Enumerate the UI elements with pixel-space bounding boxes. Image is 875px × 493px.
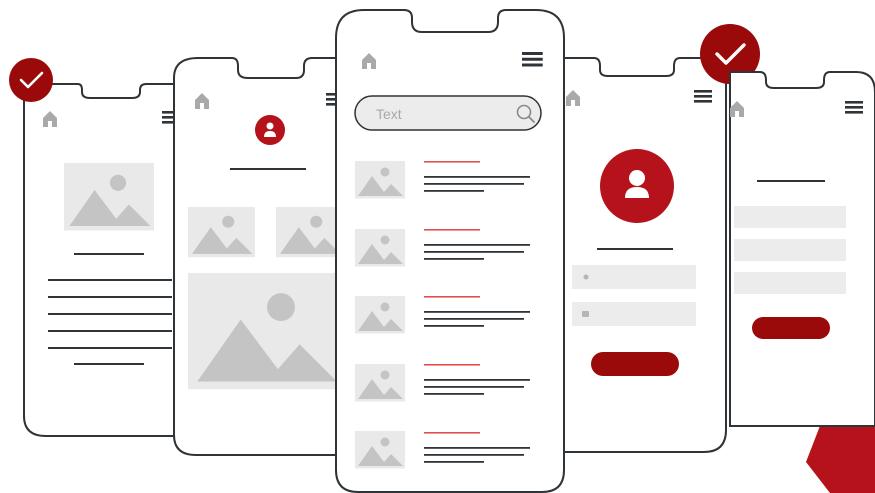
image-placeholder-icon (355, 364, 405, 402)
form-field[interactable] (734, 239, 846, 261)
phone-1 (23, 83, 181, 437)
image-placeholder-icon (188, 273, 343, 390)
submit-button[interactable] (752, 317, 830, 339)
image-placeholder-icon (276, 207, 343, 258)
wireframe-illustration: Text (9, 9, 875, 493)
form-field[interactable] (734, 272, 846, 294)
password-field[interactable] (572, 302, 696, 326)
avatar-icon (600, 149, 674, 223)
image-placeholder-icon (355, 161, 405, 199)
image-placeholder-icon (355, 431, 405, 469)
phone-4 (559, 57, 727, 453)
phone-5 (729, 71, 875, 427)
login-button[interactable] (591, 352, 679, 376)
menu-icon[interactable] (694, 90, 712, 103)
avatar-icon (255, 115, 285, 145)
username-field[interactable] (572, 265, 696, 289)
menu-icon[interactable] (845, 101, 863, 114)
check-icon (9, 58, 53, 102)
image-placeholder-icon (355, 229, 405, 267)
image-placeholder-icon (64, 163, 154, 231)
image-placeholder-icon (188, 207, 255, 258)
search-input[interactable]: Text (354, 95, 542, 131)
phone-2 (173, 57, 344, 456)
menu-icon[interactable] (522, 52, 543, 67)
form-field[interactable] (734, 206, 846, 228)
search-placeholder: Text (376, 106, 402, 122)
image-placeholder-icon (355, 296, 405, 334)
phone-3: Text (335, 9, 565, 493)
